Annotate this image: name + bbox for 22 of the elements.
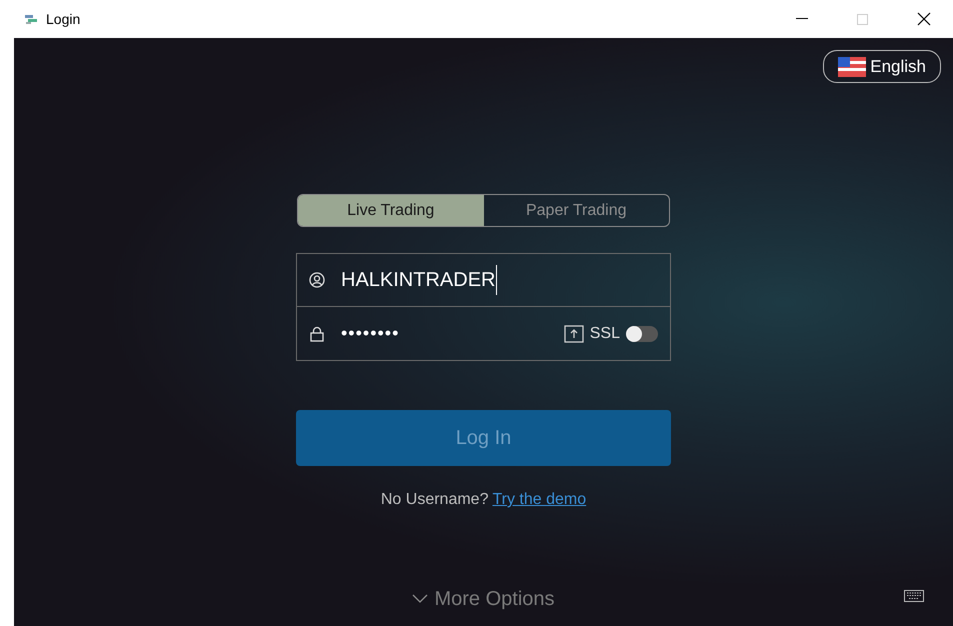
username-value: HALKINTRADER xyxy=(341,265,498,295)
mode-tab[interactable]: Paper Trading xyxy=(484,195,669,226)
mode-tab[interactable]: Live Trading xyxy=(298,195,484,226)
close-icon[interactable] xyxy=(917,12,931,26)
lock-icon xyxy=(309,326,325,342)
minimize-icon[interactable] xyxy=(796,18,808,20)
window-title: Login xyxy=(46,10,80,29)
user-icon xyxy=(309,272,325,288)
language-button[interactable]: English xyxy=(823,50,941,83)
no-username-text: No Username? xyxy=(380,490,488,510)
chevron-icon xyxy=(412,594,428,604)
username-field[interactable]: HALKINTRADER xyxy=(297,254,670,307)
upload-icon[interactable] xyxy=(564,324,584,342)
more-options-button[interactable]: More Options xyxy=(412,584,555,614)
keyboard-icon[interactable] xyxy=(904,590,924,602)
app-icon xyxy=(24,13,38,25)
password-value: •••••••• xyxy=(341,322,400,345)
flag-icon xyxy=(838,56,866,76)
demo-link[interactable]: Try the demo xyxy=(492,488,586,512)
password-field[interactable]: •••••••• SSL xyxy=(297,307,670,360)
ssl-toggle[interactable] xyxy=(626,326,658,342)
ssl-label: SSL xyxy=(590,324,620,344)
